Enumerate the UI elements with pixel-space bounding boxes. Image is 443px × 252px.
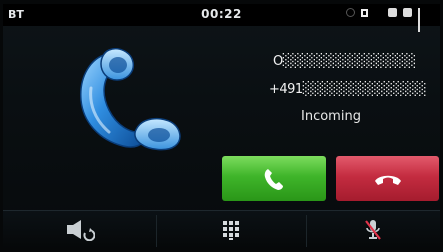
phone-answer-icon	[264, 168, 283, 190]
caller-number: +491░░░░░░░░░░░░░	[269, 82, 427, 97]
caller-name: O░░░░░░░░░░░░░░	[273, 54, 416, 69]
battery-icon	[403, 8, 412, 17]
call-screen: BT 00:22 O░░░░░░░░░░░░░░ +491░░░░░░░░░░░…	[3, 4, 440, 248]
call-controls-bar	[3, 210, 440, 248]
mic-mute-icon	[365, 220, 381, 240]
sd-card-icon	[361, 8, 368, 17]
mute-microphone-button[interactable]	[306, 211, 440, 248]
sync-icon	[346, 8, 355, 17]
keypad-icon	[223, 221, 239, 240]
speaker-switch-icon	[66, 220, 95, 241]
phone-link-icon	[388, 8, 397, 17]
handset-icon	[80, 48, 181, 151]
accept-call-button[interactable]	[222, 156, 326, 201]
phone-hangup-icon	[374, 175, 401, 185]
signal-icon	[418, 8, 432, 32]
call-state-label: Incoming	[301, 109, 361, 124]
keypad-button[interactable]	[156, 211, 306, 248]
reject-call-button[interactable]	[336, 156, 439, 201]
status-bar: BT 00:22	[3, 4, 440, 32]
switch-audio-button[interactable]	[3, 211, 156, 248]
status-icons	[346, 8, 432, 32]
